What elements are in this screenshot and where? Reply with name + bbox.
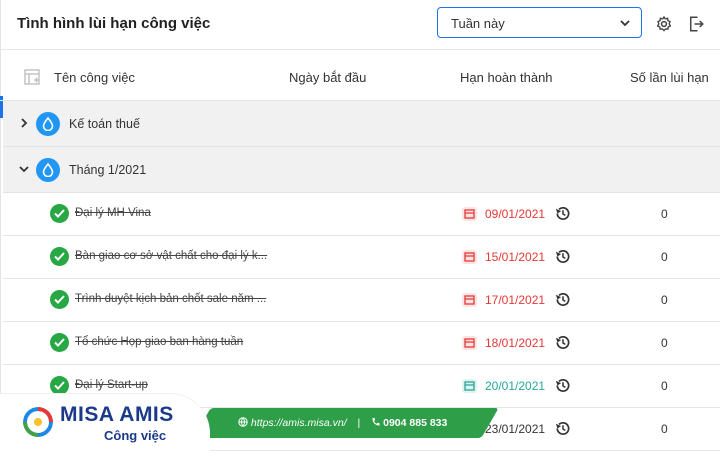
task-name[interactable]: Bàn giao cơ sở vật chất cho đại lý k... [75,250,267,262]
column-header-due-date[interactable]: Hạn hoàn thành [460,70,553,85]
history-icon[interactable] [554,291,571,308]
column-header-task-name[interactable]: Tên công việc [54,70,135,85]
check-circle-icon[interactable] [50,333,69,352]
task-name[interactable]: Đại lý Start-up [75,379,148,391]
check-circle-icon[interactable] [50,204,69,223]
history-icon[interactable] [554,334,571,351]
phone-icon [372,418,380,426]
calendar-icon [462,250,477,264]
table-row[interactable]: Tổ chức Họp giao ban hàng tuần 18/01/202… [3,322,720,365]
website-url[interactable]: https://amis.misa.vn/ [251,417,347,429]
check-circle-icon[interactable] [50,247,69,266]
column-layout-icon[interactable] [24,69,40,85]
history-icon[interactable] [554,377,571,394]
calendar-icon [462,207,477,221]
chevron-down-icon [620,20,630,27]
task-name[interactable]: Đại lý MH Vina [75,207,151,219]
logout-icon[interactable] [687,15,705,33]
chevron-down-icon[interactable] [18,163,30,175]
history-icon[interactable] [554,420,571,437]
history-icon[interactable] [554,248,571,265]
postpone-count: 0 [661,293,668,307]
calendar-icon [462,336,477,350]
postpone-count: 0 [661,250,668,264]
due-date: 09/01/2021 [485,207,546,221]
brand-subtitle: Công việc [104,428,167,443]
table-row[interactable]: Trình duyệt kịch bản chốt sale năm ... 1… [3,279,720,322]
due-date: 23/01/2021 [485,422,546,436]
group-label: Kế toán thuế [69,117,140,131]
task-name[interactable]: Tổ chức Họp giao ban hàng tuần [75,336,243,348]
group-row[interactable]: Tháng 1/2021 [3,147,720,193]
settings-icon[interactable] [655,15,673,33]
due-date: 20/01/2021 [485,379,546,393]
page-header: Tình hình lùi hạn công việc Tuần này [0,0,720,50]
due-date: 15/01/2021 [485,250,546,264]
due-date: 18/01/2021 [485,336,546,350]
separator: | [357,417,361,429]
postpone-count: 0 [661,207,668,221]
task-name[interactable]: Trình duyệt kịch bản chốt sale năm ... [75,293,266,305]
group-label: Tháng 1/2021 [69,163,147,177]
table-header: Tên công việc Ngày bắt đầu Hạn hoàn thàn… [0,50,720,101]
brand-box: MISA AMIS Công việc [0,394,210,453]
chevron-right-icon[interactable] [18,117,30,129]
postpone-count: 0 [661,379,668,393]
period-select-value: Tuần này [451,16,505,31]
period-select[interactable]: Tuần này [437,7,642,38]
calendar-icon [462,379,477,393]
globe-icon [238,417,248,427]
history-icon[interactable] [554,205,571,222]
group-row[interactable]: Kế toán thuế [3,101,720,147]
table-row[interactable]: Đại lý MH Vina 09/01/2021 0 [3,193,720,236]
brand-name: MISA AMIS [60,403,174,426]
misa-logo-icon [23,407,53,437]
postpone-count: 0 [661,336,668,350]
page-title: Tình hình lùi hạn công việc [17,15,211,32]
column-header-postpone-count[interactable]: Số lần lùi hạn [630,70,709,85]
check-circle-icon[interactable] [50,376,69,395]
check-circle-icon[interactable] [50,290,69,309]
contact-banner-text: https://amis.misa.vn/ | 0904 885 833 [238,417,447,429]
postpone-count: 0 [661,422,668,436]
water-drop-icon [36,158,60,182]
due-date: 17/01/2021 [485,293,546,307]
phone-number[interactable]: 0904 885 833 [383,417,447,429]
column-header-start-date[interactable]: Ngày bắt đầu [289,70,366,85]
water-drop-icon [36,112,60,136]
calendar-icon [462,293,477,307]
table-row[interactable]: Bàn giao cơ sở vật chất cho đại lý k... … [3,236,720,279]
